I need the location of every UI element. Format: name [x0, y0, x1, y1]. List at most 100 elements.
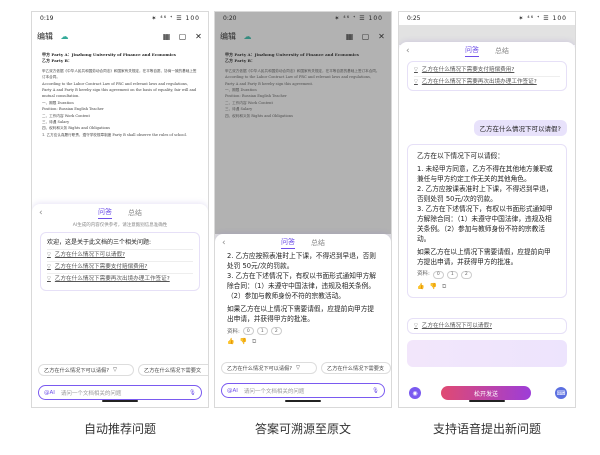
- tab-summary[interactable]: 总结: [495, 46, 509, 56]
- caption-2: 答案可溯源至原文: [254, 422, 351, 436]
- suggested-question[interactable]: ▽ 乙方在什么情况下需要支付赔偿费用?: [47, 261, 193, 273]
- answer-card: 乙方在以下情况下可以请假： 1. 未经甲方同意，乙方不得在其他地方兼职或兼任与甲…: [407, 144, 567, 298]
- caption-1: 自动推荐问题: [83, 422, 156, 436]
- triangle-icon: ▽: [414, 79, 418, 85]
- source-ref[interactable]: 0: [242, 327, 254, 335]
- tab-qa[interactable]: 问答: [465, 45, 479, 57]
- panel-tabs: ‹ 问答 总结: [399, 42, 575, 59]
- back-icon[interactable]: ‹: [39, 208, 43, 218]
- source-ref[interactable]: 2: [270, 327, 282, 335]
- doc-para: 1. 乙方应认真履行职责，遵守学校规章制度 Party B shall obse…: [42, 132, 187, 137]
- status-icons: ✶ ⁴⁶ ᐩ ☰ 100: [518, 15, 567, 22]
- triangle-icon: ▽: [113, 367, 118, 373]
- tab-qa[interactable]: 问答: [98, 207, 112, 219]
- answer-text: 2. 乙方应按照表准时上下课，不得迟到早退，否则处罚 50元/次的罚款。: [227, 252, 376, 270]
- answer-text: 2. 乙方应按课表准时上下课，不得迟到早退，否则处罚 50元/次的罚款。: [417, 185, 553, 203]
- answer-card: 2. 乙方应按照表准时上下课，不得迟到早退，否则处罚 50元/次的罚款。 3. …: [215, 251, 391, 346]
- answer-text: 1. 未经甲方同意，乙方不得在其他地方兼职或兼任与甲方约定工作无关的其他角色。: [417, 165, 553, 183]
- copy-icon[interactable]: ⧉: [442, 282, 446, 291]
- edit-button[interactable]: 编辑: [37, 31, 53, 42]
- phone-screen-1: 0:19 ✶ ⁴⁶ ᐩ ☰ 100 编辑 ☁ ▦ ▢ ✕ 甲方 Party A：…: [31, 11, 209, 408]
- doc-para: 甲乙双方依据《中华人民共和国劳动合同法》和国家有关规定，在平等自愿、协商一致的基…: [42, 68, 197, 80]
- question-input[interactable]: @AI 请问一个文档相关的问题 🎙: [221, 383, 385, 398]
- triangle-icon: ▽: [414, 66, 418, 73]
- mic-icon[interactable]: 🎙: [189, 390, 196, 396]
- panel-tabs: ‹ 问答 总结: [215, 234, 391, 251]
- home-indicator: [469, 400, 505, 402]
- source-ref[interactable]: 0: [432, 270, 444, 279]
- source-ref[interactable]: 1: [446, 270, 458, 279]
- release-to-send-button[interactable]: 松开发送: [441, 386, 531, 400]
- welcome-text: 欢迎，这是关于此文档的三个相关问题:: [47, 239, 152, 246]
- source-ref[interactable]: 1: [256, 327, 268, 335]
- suggestion-chip[interactable]: 乙方在什么情况下可以请假? ▽: [221, 362, 317, 374]
- voice-wave-area: [407, 340, 567, 367]
- status-bar: 0:19 ✶ ⁴⁶ ᐩ ☰ 100: [32, 12, 208, 25]
- home-indicator: [285, 400, 321, 402]
- dim-overlay: [215, 12, 391, 234]
- document-body: 甲方 Party A：Jinzhong University of Financ…: [42, 52, 198, 138]
- question-input[interactable]: @AI 请问一个文档相关的问题 🎙: [38, 385, 202, 400]
- user-question-bubble: 乙方在什么情况下可以请假?: [473, 120, 567, 136]
- triangle-icon: ▽: [47, 252, 51, 258]
- answer-text: 3. 乙方在下述情况下，有权以书面形式通知甲方解除合同：（1）未遵守中国法律，违…: [417, 205, 553, 243]
- ai-mention[interactable]: @AI: [227, 388, 238, 394]
- triangle-icon: ▽: [47, 264, 51, 270]
- suggested-question[interactable]: ▽ 乙方在什么情况下可以请假?: [47, 249, 193, 261]
- keyboard-switch-icon[interactable]: ⌨: [555, 387, 567, 399]
- copy-icon[interactable]: ⧉: [252, 338, 256, 346]
- thumbs-down-icon[interactable]: 👎: [239, 338, 246, 346]
- status-icons: ✶ ⁴⁶ ᐩ ☰ 100: [151, 15, 200, 22]
- triangle-icon: ▽: [414, 322, 418, 329]
- triangle-icon: ▽: [47, 276, 51, 282]
- answer-text: 乙方在以下情况下可以请假：: [417, 152, 504, 160]
- tab-qa[interactable]: 问答: [281, 237, 295, 249]
- tab-summary[interactable]: 总结: [311, 238, 325, 248]
- ai-panel: ‹ 问答 总结 AI生成的内容仅供参考，请注意甄别信息准确性 欢迎，这是关于此文…: [32, 204, 208, 407]
- grid-icon[interactable]: ▦: [162, 32, 171, 41]
- phone-screen-2: 0:20 ✶ ⁴⁶ ᐩ ☰ 100 编辑 ☁ ▦ ▢ ✕ 甲方 Party A：…: [214, 11, 392, 408]
- panel-tabs: ‹ 问答 总结: [32, 204, 208, 221]
- doc-toolbar: 编辑 ☁ ▦ ▢ ✕: [32, 29, 208, 44]
- answer-text: 3. 乙方在下述情况下，有权以书面形式通知甲方解除合同：（1）未遵守中国法律，违…: [227, 272, 376, 300]
- suggestion-chip[interactable]: 乙方在什么情况下需要文: [138, 364, 208, 376]
- suggested-question[interactable]: ▽ 乙方在什么情况下需要再次出境办理工作签证?: [414, 76, 560, 88]
- back-icon[interactable]: ‹: [222, 238, 226, 248]
- related-question[interactable]: ▽ 乙方在什么情况下可以请假?: [414, 320, 560, 332]
- ai-panel: ‹ 问答 总结 2. 乙方应按照表准时上下课，不得迟到早退，否则处罚 50元/次…: [215, 234, 391, 407]
- suggested-question[interactable]: ▽ 乙方在什么情况下需要支付赔偿费用?: [414, 64, 560, 76]
- welcome-card: 欢迎，这是关于此文档的三个相关问题: ▽ 乙方在什么情况下可以请假? ▽ 乙方在什么…: [40, 232, 200, 291]
- tab-summary[interactable]: 总结: [128, 208, 142, 218]
- ai-disclaimer: AI生成的内容仅供参考，请注意甄别信息准确性: [72, 223, 168, 228]
- doc-party-b: 乙方 Party B：: [42, 58, 72, 64]
- status-time: 0:25: [407, 15, 421, 22]
- suggestion-chip[interactable]: 乙方在什么情况下需要支: [321, 362, 391, 374]
- status-time: 0:19: [40, 15, 54, 22]
- suggested-question[interactable]: ▽ 乙方在什么情况下需要再次出境办理工作签证?: [47, 273, 193, 285]
- answer-actions: 👍 👎 ⧉: [417, 282, 557, 291]
- phone-screen-3: 0:25 ✶ ⁴⁶ ᐩ ☰ 100 ‹ 问答 总结 ▽ 乙方在什么情况下需要支付赔…: [398, 11, 576, 408]
- page-icon[interactable]: ▢: [178, 32, 187, 41]
- home-indicator: [102, 400, 138, 402]
- thumbs-up-icon[interactable]: 👍: [227, 338, 234, 346]
- back-icon[interactable]: ‹: [406, 46, 410, 56]
- mic-icon[interactable]: 🎙: [372, 388, 379, 394]
- suggestions-card: ▽ 乙方在什么情况下需要支付赔偿费用? ▽ 乙方在什么情况下需要再次出境办理工作签证…: [407, 61, 567, 91]
- source-refs: 资料: 0 1 2: [227, 327, 379, 335]
- related-card: ▽ 乙方在什么情况下可以请假?: [407, 318, 567, 334]
- doc-para: According to the Labor Contract Law of P…: [42, 81, 197, 99]
- ai-mention[interactable]: @AI: [44, 390, 55, 396]
- source-refs: 资料: 0 1 2: [417, 270, 557, 279]
- cloud-check-icon[interactable]: ☁: [60, 32, 69, 41]
- triangle-icon: ▽: [296, 365, 301, 371]
- caption-3: 支持语音提出新问题: [432, 422, 541, 436]
- source-ref[interactable]: 2: [460, 270, 472, 279]
- suggestion-chip[interactable]: 乙方在什么情况下可以请假? ▽: [38, 364, 134, 376]
- close-icon[interactable]: ✕: [194, 32, 203, 41]
- keyboard-icon[interactable]: ◉: [409, 387, 421, 399]
- input-placeholder: 请问一个文档相关的问题: [60, 390, 122, 397]
- input-placeholder: 请问一个文档相关的问题: [243, 388, 305, 395]
- answer-text: 如果乙方在以上情况下需要请假，应提前向甲方提出申请，并获得甲方的批准。: [227, 305, 375, 323]
- thumbs-up-icon[interactable]: 👍: [417, 282, 424, 291]
- thumbs-down-icon[interactable]: 👎: [429, 282, 436, 291]
